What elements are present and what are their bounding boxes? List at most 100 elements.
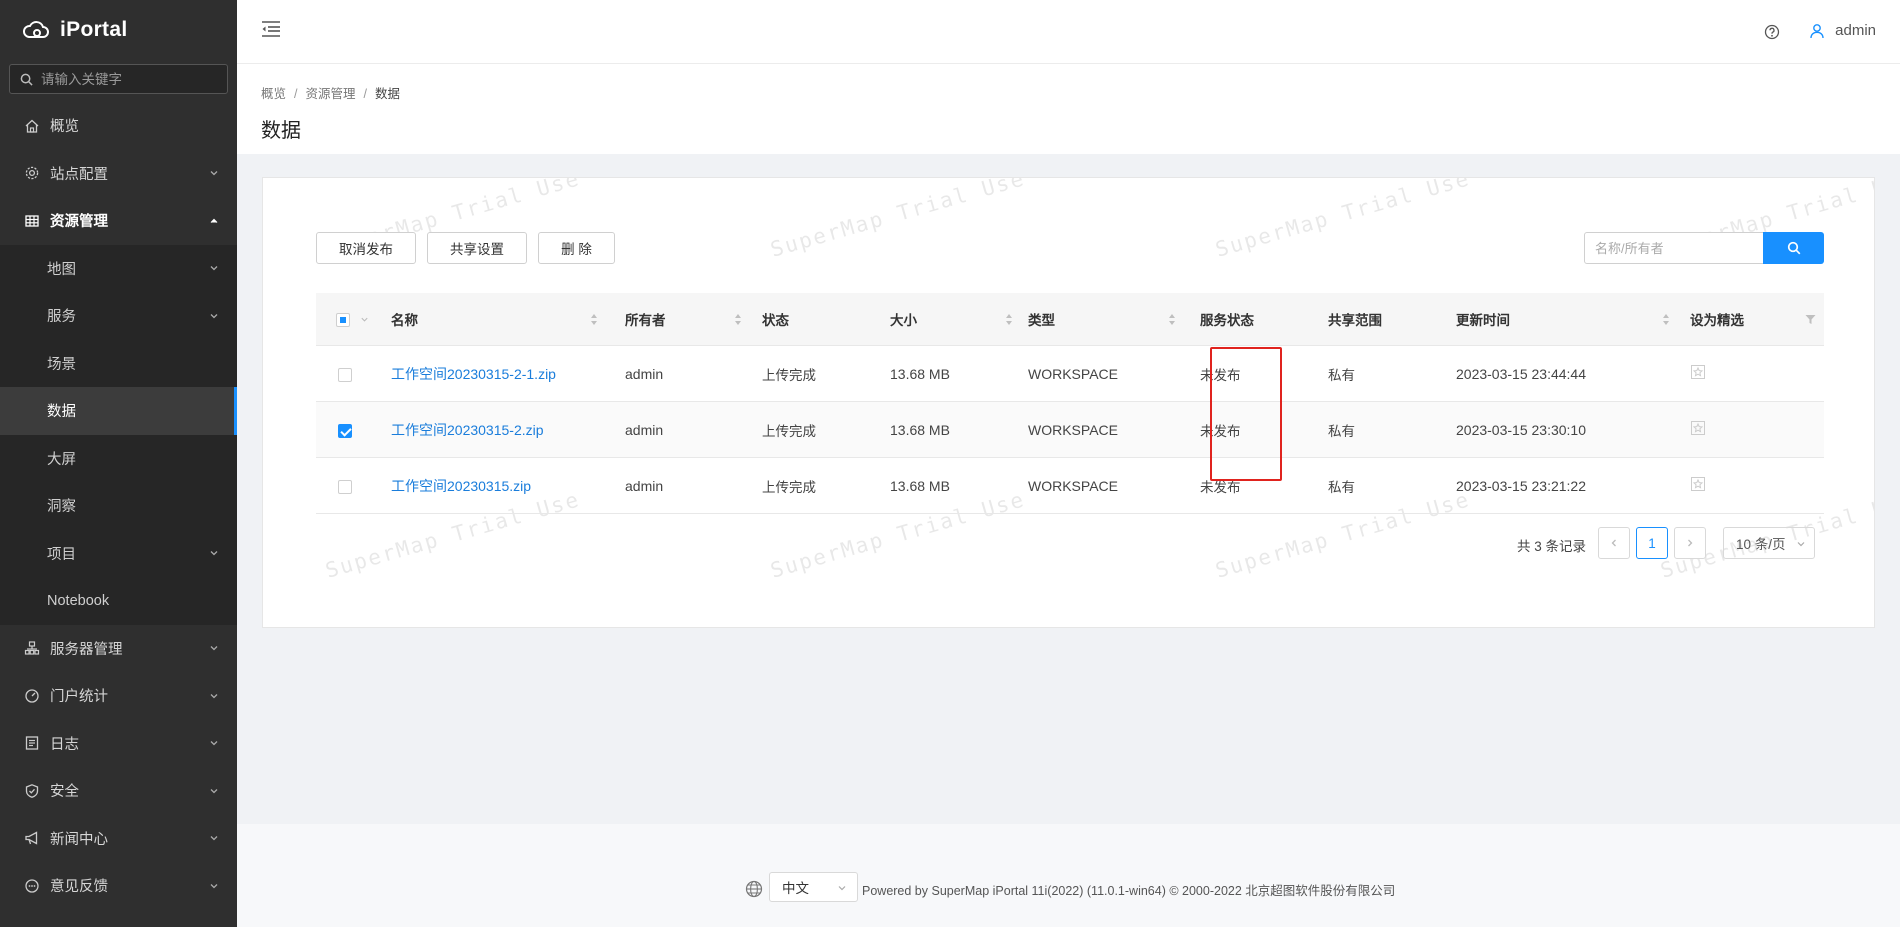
- data-name-link[interactable]: 工作空间20230315.zip: [391, 478, 531, 494]
- page-size-select[interactable]: 10 条/页: [1723, 527, 1815, 559]
- cell-service-status: 未发布: [1200, 457, 1328, 514]
- sidebar-search[interactable]: [9, 64, 228, 94]
- sort-icon[interactable]: [1662, 313, 1670, 326]
- select-all-checkbox[interactable]: [336, 312, 350, 327]
- search-input[interactable]: [1584, 232, 1764, 264]
- filter-icon[interactable]: [1805, 314, 1816, 325]
- watermark: SuperMap Trial Use: [1212, 177, 1473, 262]
- sidebar-search-input[interactable]: [39, 70, 213, 88]
- grid-icon: [24, 213, 40, 229]
- next-page-button[interactable]: [1674, 527, 1706, 559]
- data-name-link[interactable]: 工作空间20230315-2-1.zip: [391, 366, 556, 382]
- featured-star-icon[interactable]: [1690, 476, 1706, 492]
- sidebar-item-projects[interactable]: 项目: [0, 530, 237, 578]
- sidebar-item-label: 项目: [47, 546, 76, 563]
- table-row[interactable]: 工作空间20230315-2-1.zip admin 上传完成 13.68 MB…: [316, 345, 1824, 402]
- cell-size: 13.68 MB: [890, 345, 1028, 402]
- row-checkbox[interactable]: [338, 423, 352, 438]
- sort-icon[interactable]: [734, 313, 742, 326]
- cell-updated-time: 2023-03-15 23:21:22: [1456, 457, 1690, 514]
- column-name[interactable]: 名称: [391, 293, 625, 346]
- search-button[interactable]: [1763, 232, 1824, 264]
- sidebar-item-data[interactable]: 数据: [0, 387, 237, 435]
- sort-icon[interactable]: [1168, 313, 1176, 326]
- sidebar-item-site-config[interactable]: 站点配置: [0, 150, 237, 198]
- footer: 中文 Powered by SuperMap iPortal 11i(2022)…: [237, 824, 1900, 927]
- table-row[interactable]: 工作空间20230315.zip admin 上传完成 13.68 MB WOR…: [316, 457, 1824, 514]
- cell-type: WORKSPACE: [1028, 457, 1200, 514]
- sidebar: iPortal 概览 站点配置 资源管理 地图 服务: [0, 0, 237, 927]
- sidebar-item-maps[interactable]: 地图: [0, 245, 237, 293]
- menu-fold-icon[interactable]: [261, 20, 281, 38]
- unpublish-button[interactable]: 取消发布: [316, 232, 416, 264]
- sidebar-item-label: 大屏: [47, 451, 76, 468]
- cell-owner: admin: [625, 457, 762, 514]
- cell-name: 工作空间20230315.zip: [391, 457, 625, 514]
- sidebar-item-portal-stats[interactable]: 门户统计: [0, 672, 237, 720]
- sidebar-item-feedback[interactable]: 意见反馈: [0, 862, 237, 910]
- help-icon[interactable]: [1764, 24, 1780, 40]
- chevron-down-icon: [210, 551, 218, 556]
- cell-share-scope: 私有: [1328, 401, 1456, 458]
- dashboard-icon: [24, 688, 40, 704]
- search-icon: [20, 73, 33, 86]
- sidebar-item-overview[interactable]: 概览: [0, 102, 237, 150]
- log-icon: [24, 735, 40, 751]
- sidebar-item-label: 服务: [47, 309, 76, 326]
- featured-star-icon[interactable]: [1690, 420, 1706, 436]
- sidebar-item-services[interactable]: 服务: [0, 292, 237, 340]
- sidebar-item-logs[interactable]: 日志: [0, 720, 237, 768]
- column-type[interactable]: 类型: [1028, 293, 1200, 346]
- column-owner[interactable]: 所有者: [625, 293, 762, 346]
- table-header-row: 名称 所有者 状态 大小 类型 服务状态 共享范围 更新时间 设为精选: [316, 293, 1824, 346]
- row-select-cell: [316, 345, 391, 402]
- logo[interactable]: iPortal: [0, 0, 237, 60]
- breadcrumb: 概览 / 资源管理 / 数据: [261, 87, 401, 101]
- sidebar-item-server-management[interactable]: 服务器管理: [0, 625, 237, 673]
- cell-service-status: 未发布: [1200, 345, 1328, 402]
- row-checkbox[interactable]: [338, 367, 352, 382]
- sidebar-item-insights[interactable]: 洞察: [0, 482, 237, 530]
- sort-icon[interactable]: [1005, 313, 1013, 326]
- sidebar-submenu-resources: 地图 服务 场景 数据 大屏 洞察 项目 Notebook: [0, 244, 237, 625]
- row-checkbox[interactable]: [338, 479, 352, 494]
- chevron-down-icon: [210, 646, 218, 651]
- cell-owner: admin: [625, 345, 762, 402]
- column-updated-time[interactable]: 更新时间: [1456, 293, 1690, 346]
- sidebar-item-label: 洞察: [47, 499, 76, 516]
- sidebar-item-notebook[interactable]: Notebook: [0, 577, 237, 625]
- chevron-down-icon: [210, 693, 218, 699]
- page-title: 数据: [261, 120, 301, 142]
- sidebar-item-news[interactable]: 新闻中心: [0, 815, 237, 863]
- chevron-up-icon: [210, 218, 218, 223]
- breadcrumb-overview[interactable]: 概览: [261, 87, 286, 101]
- page-button-current[interactable]: 1: [1636, 527, 1668, 559]
- cell-owner: admin: [625, 401, 762, 458]
- table-row[interactable]: 工作空间20230315-2.zip admin 上传完成 13.68 MB W…: [316, 401, 1824, 458]
- sort-icon[interactable]: [590, 313, 598, 326]
- sidebar-item-label: 门户统计: [50, 689, 108, 706]
- column-share-scope: 共享范围: [1328, 293, 1456, 346]
- sidebar-item-big-screen[interactable]: 大屏: [0, 435, 237, 483]
- data-table: 名称 所有者 状态 大小 类型 服务状态 共享范围 更新时间 设为精选 工作空间…: [316, 293, 1824, 514]
- featured-star-icon[interactable]: [1690, 364, 1706, 380]
- row-select-cell: [316, 457, 391, 514]
- chevron-down-icon[interactable]: [360, 315, 369, 324]
- sidebar-item-scenes[interactable]: 场景: [0, 340, 237, 388]
- sidebar-item-label: 新闻中心: [50, 831, 108, 848]
- breadcrumb-resource-management[interactable]: 资源管理: [306, 87, 356, 101]
- cell-updated-time: 2023-03-15 23:30:10: [1456, 401, 1690, 458]
- delete-button[interactable]: 删 除: [538, 232, 615, 264]
- chevron-down-icon: [838, 886, 846, 891]
- sidebar-item-resource-management[interactable]: 资源管理: [0, 197, 237, 245]
- sidebar-item-security[interactable]: 安全: [0, 767, 237, 815]
- cell-status: 上传完成: [762, 345, 890, 402]
- shield-icon: [24, 783, 40, 799]
- user-menu[interactable]: admin: [1809, 22, 1876, 39]
- data-name-link[interactable]: 工作空间20230315-2.zip: [391, 422, 544, 438]
- column-size[interactable]: 大小: [890, 293, 1028, 346]
- share-settings-button[interactable]: 共享设置: [427, 232, 527, 264]
- language-select[interactable]: 中文: [769, 872, 858, 902]
- column-status: 状态: [762, 293, 890, 346]
- prev-page-button[interactable]: [1598, 527, 1630, 559]
